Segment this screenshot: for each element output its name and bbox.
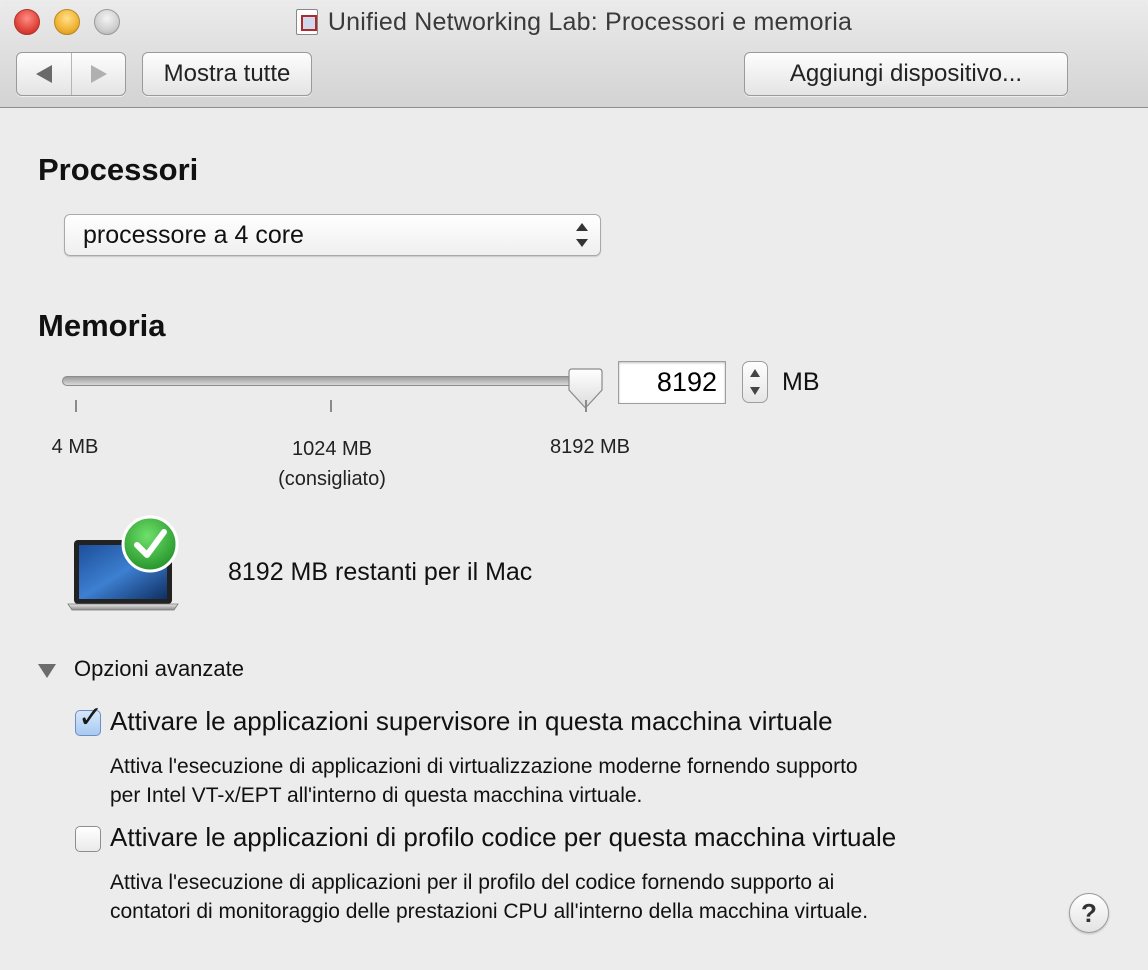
processor-count-select[interactable]: processore a 4 core	[64, 214, 601, 256]
add-device-button[interactable]: Aggiungi dispositivo...	[744, 52, 1068, 96]
processor-count-value: processore a 4 core	[83, 220, 304, 249]
hypervisor-desc-line2: per Intel VT-x/EPT all'interno di questa…	[110, 784, 643, 807]
laptop-checkmark-icon	[67, 515, 179, 611]
hypervisor-checkbox[interactable]: ✓	[75, 703, 103, 736]
tick-label-recommended: 1024 MB (consigliato)	[252, 434, 412, 494]
hypervisor-option-description: Attiva l'esecuzione di applicazioni di v…	[110, 752, 1010, 810]
advanced-options-toggle[interactable]: Opzioni avanzate	[74, 656, 244, 682]
hypervisor-desc-line1: Attiva l'esecuzione di applicazioni di v…	[110, 755, 858, 778]
help-button[interactable]: ?	[1069, 893, 1109, 933]
window-title: Unified Networking Lab: Processori e mem…	[327, 7, 853, 36]
tick-label-recommended-note: (consigliato)	[278, 468, 386, 490]
remaining-memory-text: 8192 MB restanti per il Mac	[228, 558, 533, 586]
app-document-icon	[295, 9, 318, 35]
back-forward-buttons	[16, 52, 126, 96]
stepper-down-icon[interactable]	[750, 387, 760, 395]
hypervisor-option-title[interactable]: Attivare le applicazioni supervisore in …	[110, 706, 833, 737]
code-profiling-desc-line1: Attiva l'esecuzione di applicazioni per …	[110, 871, 835, 894]
tick-label-max-text: 8192 MB	[549, 436, 631, 458]
tick-label-max: 8192 MB	[530, 432, 650, 462]
chevron-left-icon	[36, 65, 52, 83]
show-all-button[interactable]: Mostra tutte	[142, 52, 312, 96]
code-profiling-option-description: Attiva l'esecuzione di applicazioni per …	[110, 868, 1010, 926]
memory-size-input[interactable]	[618, 361, 726, 404]
window-toolbar: Unified Networking Lab: Processori e mem…	[0, 0, 1148, 108]
slider-tick-min	[75, 400, 77, 412]
tick-label-min: 4 MB	[30, 432, 120, 462]
code-profiling-option-title[interactable]: Attivare le applicazioni di profilo codi…	[110, 822, 896, 853]
processors-heading: Processori	[38, 152, 199, 187]
tick-label-recommended-text: 1024 MB	[291, 438, 373, 460]
checkmark-icon: ✓	[78, 701, 104, 734]
back-button[interactable]	[17, 53, 71, 95]
forward-button[interactable]	[71, 53, 125, 95]
memory-heading: Memoria	[38, 308, 166, 343]
memory-stepper[interactable]	[742, 361, 768, 403]
stepper-up-icon[interactable]	[750, 369, 760, 377]
window-title-bar: Unified Networking Lab: Processori e mem…	[0, 6, 1148, 38]
up-down-arrows-icon	[576, 223, 588, 247]
memory-slider-track[interactable]	[62, 376, 592, 386]
slider-tick-max	[585, 400, 587, 412]
disclosure-triangle-icon[interactable]	[38, 664, 56, 678]
memory-unit-label: MB	[782, 368, 820, 396]
code-profiling-checkbox[interactable]	[75, 826, 101, 852]
chevron-right-icon	[90, 65, 107, 83]
tick-label-min-text: 4 MB	[51, 436, 99, 458]
code-profiling-desc-line2: contatori di monitoraggio delle prestazi…	[110, 900, 869, 923]
slider-tick-recommended	[330, 400, 332, 412]
